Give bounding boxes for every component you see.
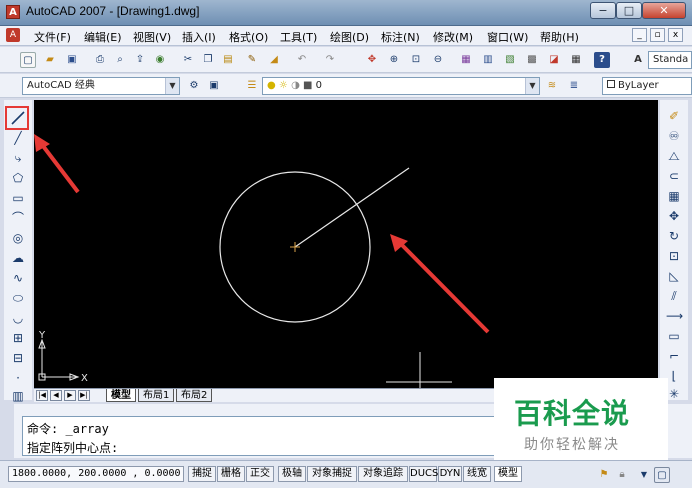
extend-icon[interactable]: ⟶ [666,308,683,324]
rotate-icon[interactable]: ↻ [666,228,682,244]
tab-model[interactable]: 模型 [106,389,136,402]
toolbar-lock-icon[interactable]: 🔒︎ [614,467,630,483]
trim-icon[interactable]: ⫽ [666,288,682,304]
last-tab-button[interactable]: ▶| [78,390,90,401]
prev-tab-button[interactable]: ◀ [50,390,62,401]
tab-layout2[interactable]: 布局2 [176,389,213,402]
clean-screen-icon[interactable]: ▢ [654,467,670,483]
watermark-subtitle: 助你轻松解决 [524,437,620,453]
mirror-icon[interactable]: ⧍ [666,148,682,164]
chamfer-icon[interactable]: ⌐ [666,348,682,364]
next-tab-button[interactable]: ▶ [64,390,76,401]
command-prompt[interactable]: 指定阵列中心点: [27,439,118,456]
coordinates-readout[interactable]: 1800.0000, 200.0000 , 0.0000 [8,466,184,482]
copy-object-icon[interactable]: ♾ [666,128,682,144]
watermark-title: 百科全说 [514,397,631,430]
dyn-button[interactable]: DYN [438,466,462,482]
stretch-icon[interactable]: ◺ [666,268,682,284]
array-icon[interactable]: ▦ [666,188,682,204]
first-tab-button[interactable]: |◀ [36,390,48,401]
fillet-icon[interactable]: ⌊ [666,368,682,384]
grid-button[interactable]: 栅格 [217,466,245,482]
layout-tabs-bar: |◀ ◀ ▶ ▶| 模型 布局1 布局2 [34,388,494,402]
polar-button[interactable]: 极轴 [278,466,306,482]
status-bar: 1800.0000, 200.0000 , 0.0000 捕捉 栅格 正交 极轴… [0,460,692,488]
erase-icon[interactable]: ✐ [666,108,682,124]
ducs-button[interactable]: DUCS [409,466,438,482]
annotation-arrow-left [38,140,80,194]
status-menu-icon[interactable]: ▼ [636,467,652,483]
modify-toolbar: ✐ ♾ ⧍ ⊂ ▦ ✥ ↻ ⊡ ◺ ⫽ ⟶ ▭ ⌐ ⌊ ✳ [660,100,688,402]
break-icon[interactable]: ▭ [666,328,682,344]
tab-layout1[interactable]: 布局1 [138,389,175,402]
offset-icon[interactable]: ⊂ [666,168,682,184]
snap-button[interactable]: 捕捉 [188,466,216,482]
explode-icon[interactable]: ✳ [666,386,682,402]
scale-icon[interactable]: ⊡ [666,248,682,264]
ortho-button[interactable]: 正交 [246,466,274,482]
watermark: 百科全说 助你轻松解决 [494,378,668,460]
command-history[interactable]: 命令: _array 指定阵列中心点: [22,416,502,456]
osnap-button[interactable]: 对象捕捉 [307,466,357,482]
annotation-scale-icon[interactable]: ⚑ [596,467,612,483]
lineweight-button[interactable]: 线宽 [463,466,491,482]
model-space-button[interactable]: 模型 [494,466,522,482]
move-icon[interactable]: ✥ [666,208,682,224]
command-line-1: 命令: _array [27,422,109,436]
annotation-arrow-right [398,241,490,334]
otrack-button[interactable]: 对象追踪 [358,466,408,482]
